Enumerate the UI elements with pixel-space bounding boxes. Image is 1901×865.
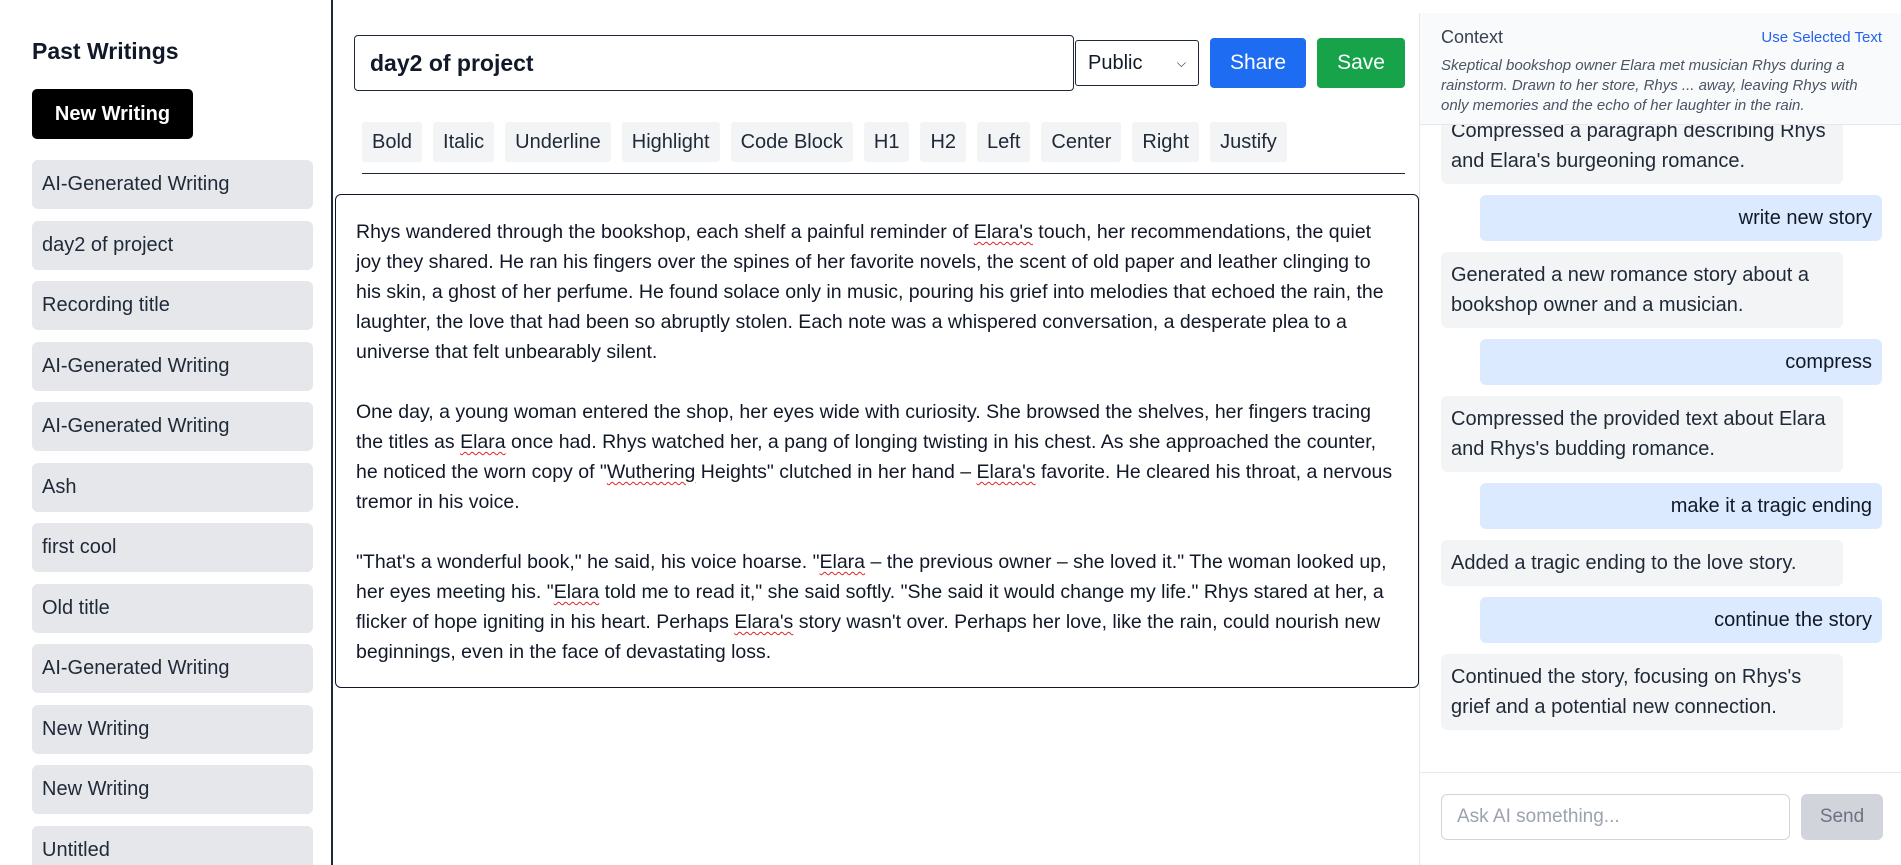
- writing-list-item[interactable]: Old title: [32, 583, 313, 633]
- chevron-down-icon: ⌵: [1176, 55, 1186, 70]
- formatting-toolbar: Bold Italic Underline Highlight Code Block H1…: [362, 122, 1405, 174]
- chat-input[interactable]: [1441, 794, 1790, 840]
- editor-paragraph: Rhys wandered through the bookshop, each…: [356, 217, 1398, 367]
- visibility-selected-value: Public: [1088, 51, 1143, 74]
- context-summary: Skeptical bookshop owner Elara met music…: [1441, 57, 1858, 114]
- writing-list-item[interactable]: Recording title: [32, 281, 313, 330]
- ai-message: Continued the story, focusing on Rhys's …: [1441, 654, 1843, 730]
- toolbar-left-button[interactable]: Left: [977, 122, 1031, 162]
- editor-content[interactable]: Rhys wandered through the bookshop, each…: [335, 194, 1419, 688]
- writing-list: AI-Generated Writing day2 of project Recor…: [32, 160, 313, 865]
- title-input[interactable]: [354, 35, 1074, 91]
- send-button[interactable]: Send: [1801, 794, 1883, 840]
- user-message: write new story: [1480, 195, 1882, 241]
- writing-list-item[interactable]: first cool: [32, 523, 313, 572]
- toolbar-bold-button[interactable]: Bold: [362, 122, 423, 162]
- ai-message: Generated a new romance story about a bo…: [1441, 252, 1843, 328]
- misspelled-word: Elara: [553, 581, 600, 603]
- toolbar-center-button[interactable]: Center: [1041, 122, 1122, 162]
- writing-list-item[interactable]: New Writing: [32, 704, 313, 754]
- sidebar: Past Writings New Writing AI-Generated W…: [0, 0, 333, 865]
- toolbar-justify-button[interactable]: Justify: [1210, 122, 1287, 162]
- toolbar-italic-button[interactable]: Italic: [433, 122, 495, 162]
- visibility-select[interactable]: Public ⌵: [1075, 40, 1199, 86]
- misspelled-word: Elara's: [734, 611, 794, 633]
- chat-input-row: Send: [1420, 772, 1901, 865]
- text-run: Rhys wandered through the bookshop, each…: [356, 221, 974, 243]
- writing-list-item[interactable]: AI-Generated Writing: [32, 644, 313, 693]
- editor-paragraph: "That's a wonderful book," he said, his …: [356, 547, 1398, 667]
- editor-paragraph: One day, a young woman entered the shop,…: [356, 397, 1398, 517]
- save-button[interactable]: Save: [1317, 38, 1405, 88]
- chat-messages: Compressed a paragraph describing Rhys a…: [1441, 108, 1882, 741]
- toolbar-underline-button[interactable]: Underline: [505, 122, 611, 162]
- editor-area: Public ⌵ Share Save BoldItalicUnderlineH…: [335, 0, 1419, 865]
- ai-message: Compressed the provided text about Elara…: [1441, 396, 1843, 472]
- misspelled-word: Elara: [819, 551, 866, 573]
- sidebar-title: Past Writings: [32, 38, 179, 64]
- toolbar-code-block-button[interactable]: Code Block: [730, 122, 853, 162]
- toolbar-h2-button[interactable]: H2: [920, 122, 967, 162]
- toolbar-h1-button[interactable]: H1: [863, 122, 910, 162]
- ai-message: Added a tragic ending to the love story.: [1441, 540, 1843, 586]
- misspelled-word: Wuthering: [606, 461, 696, 483]
- context-box: Context Use Selected Text Skeptical book…: [1420, 13, 1901, 125]
- toolbar-highlight-button[interactable]: Highlight: [621, 122, 720, 162]
- user-message: continue the story: [1480, 597, 1882, 643]
- misspelled-word: Elara's: [976, 461, 1036, 483]
- user-message: compress: [1480, 339, 1882, 385]
- writing-list-item[interactable]: AI-Generated Writing: [32, 341, 313, 391]
- context-title: Context: [1441, 27, 1504, 47]
- misspelled-word: Elara's: [973, 221, 1033, 243]
- writing-list-item[interactable]: day2 of project: [32, 220, 313, 270]
- text-run: Heights" clutched in her hand –: [695, 461, 977, 483]
- writing-list-item[interactable]: Untitled: [32, 825, 313, 865]
- user-message: make it a tragic ending: [1480, 483, 1882, 529]
- writing-list-item[interactable]: New Writing: [32, 765, 313, 814]
- writing-list-item[interactable]: Ash: [32, 462, 313, 512]
- ai-chat-panel: Context Use Selected Text Skeptical book…: [1419, 13, 1901, 865]
- text-run: "That's a wonderful book," he said, his …: [356, 551, 820, 573]
- writing-list-item[interactable]: AI-Generated Writing: [32, 402, 313, 451]
- misspelled-word: Elara: [460, 431, 506, 453]
- writing-list-item[interactable]: AI-Generated Writing: [32, 160, 313, 209]
- share-button[interactable]: Share: [1210, 38, 1306, 88]
- use-selected-text-button[interactable]: Use Selected Text: [1761, 29, 1882, 46]
- toolbar-right-button[interactable]: Right: [1132, 122, 1200, 162]
- new-writing-button[interactable]: New Writing: [32, 89, 193, 139]
